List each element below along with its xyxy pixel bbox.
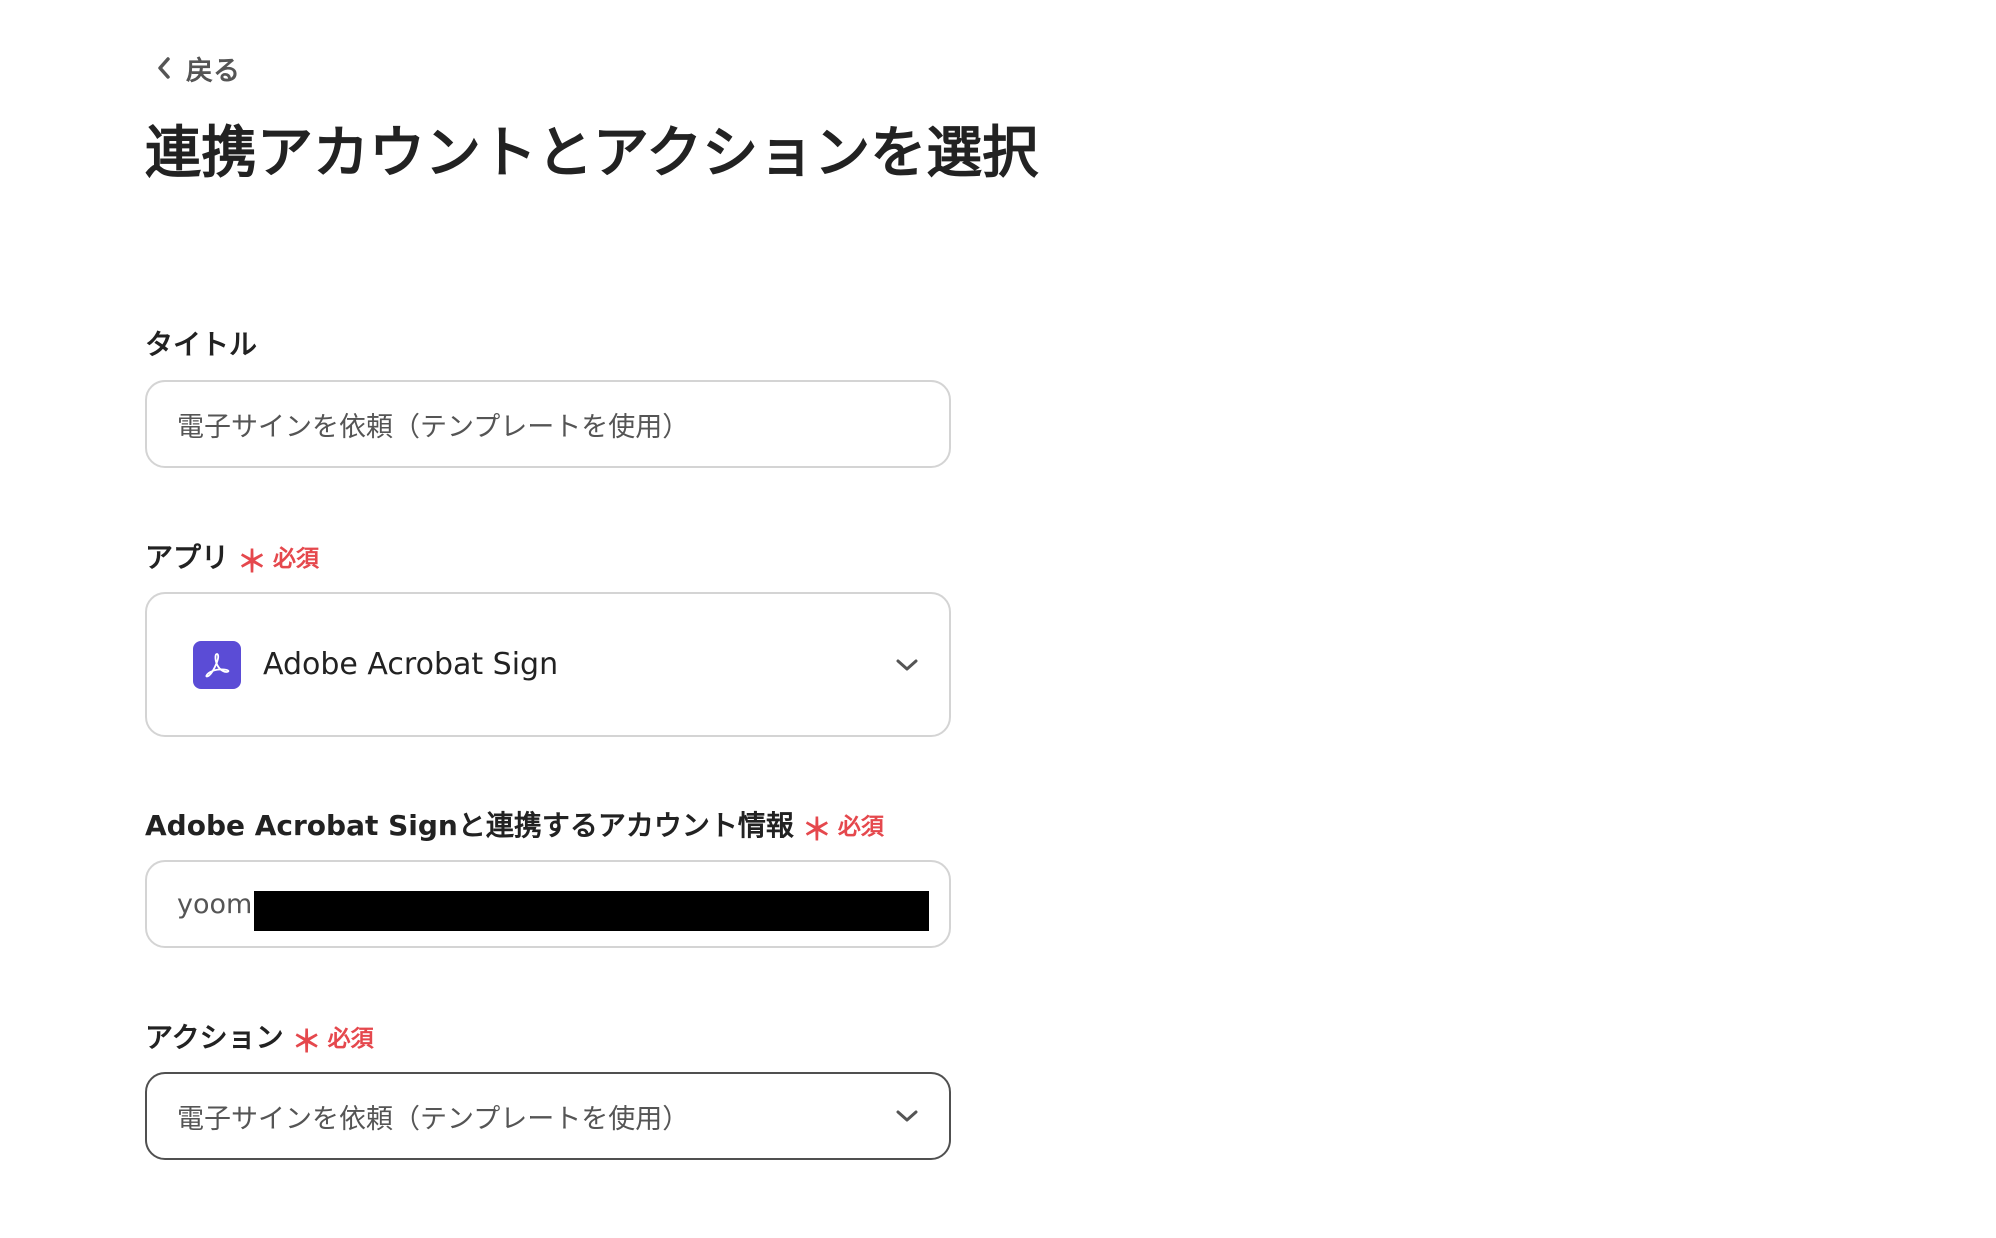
required-asterisk: ＊ [801, 813, 832, 848]
action-select[interactable]: 電子サインを依頼（テンプレートを使用） [145, 1072, 951, 1160]
required-asterisk: ＊ [291, 1025, 322, 1060]
title-field-label: タイトル [145, 321, 257, 365]
account-select-value: yoom [177, 888, 253, 920]
redacted-block [254, 891, 929, 931]
back-label: 戻る [186, 55, 240, 87]
app-field-label-text: アプリ [145, 541, 230, 574]
action-field-label: アクション ＊ 必須 [145, 1014, 374, 1060]
required-badge: ＊ 必須 [237, 534, 320, 580]
action-field-label-text: アクション [145, 1021, 284, 1054]
page-title: 連携アカウントとアクションを選択 [145, 121, 1039, 186]
required-badge: ＊ 必須 [291, 1014, 374, 1060]
required-label: 必須 [327, 1026, 374, 1052]
chevron-left-icon [158, 57, 170, 79]
account-field-label-text: Adobe Acrobat Signと連携するアカウント情報 [145, 809, 794, 842]
adobe-acrobat-icon [193, 640, 241, 689]
app-select-value: Adobe Acrobat Sign [263, 647, 559, 682]
account-select[interactable]: yoom [145, 860, 951, 948]
chevron-down-icon [896, 1110, 918, 1122]
action-select-value: 電子サインを依頼（テンプレートを使用） [177, 1103, 690, 1135]
required-label: 必須 [837, 814, 884, 840]
app-field-label: アプリ ＊ 必須 [145, 534, 320, 580]
required-label: 必須 [273, 546, 320, 572]
title-field-label-text: タイトル [145, 328, 258, 361]
account-field-label: Adobe Acrobat Signと連携するアカウント情報 ＊ 必須 [145, 802, 884, 848]
required-asterisk: ＊ [237, 545, 268, 580]
chevron-down-icon [896, 659, 918, 670]
required-badge: ＊ 必須 [801, 802, 884, 848]
back-link[interactable]: 戻る [156, 48, 240, 88]
title-input[interactable]: 電子サインを依頼（テンプレートを使用） [145, 380, 951, 468]
app-select[interactable]: Adobe Acrobat Sign [145, 592, 951, 737]
title-input-value: 電子サインを依頼（テンプレートを使用） [177, 411, 690, 443]
